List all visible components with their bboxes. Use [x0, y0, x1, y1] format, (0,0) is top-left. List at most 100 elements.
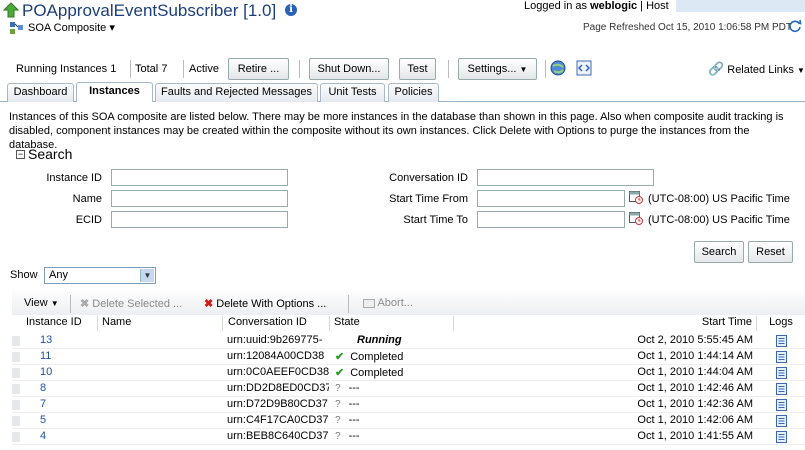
- instance-id-link[interactable]: 11: [40, 350, 51, 362]
- state-text: ---: [348, 430, 360, 442]
- tab-policies[interactable]: Policies: [388, 83, 439, 102]
- running-instances-label: Running Instances: [16, 63, 108, 75]
- refresh-icon[interactable]: [788, 19, 802, 33]
- reset-button[interactable]: Reset: [748, 241, 793, 263]
- instance-state: ? ---: [335, 430, 453, 442]
- question-icon: ?: [335, 431, 341, 442]
- log-icon[interactable]: [776, 415, 788, 430]
- log-icon[interactable]: [776, 399, 788, 414]
- retire-button[interactable]: Retire ...: [228, 58, 289, 80]
- tab-dashboard[interactable]: Dashboard: [7, 83, 74, 102]
- abort-button[interactable]: Abort...: [363, 297, 413, 309]
- log-icon[interactable]: [776, 383, 788, 398]
- separator: [545, 60, 546, 78]
- shut-down-button[interactable]: Shut Down...: [309, 58, 389, 80]
- row-selector[interactable]: [12, 432, 20, 442]
- total-label: Total: [135, 63, 159, 75]
- conversation-id: urn:BEB8C640CD37: [227, 430, 329, 442]
- col-state[interactable]: State: [330, 316, 454, 331]
- row-selector[interactable]: [12, 416, 20, 426]
- row-selector[interactable]: [12, 384, 20, 394]
- page-refreshed: Page Refreshed Oct 15, 2010 1:06:58 PM P…: [583, 22, 793, 33]
- conversation-id: urn:uuid:9b269775-: [227, 334, 323, 346]
- globe-icon[interactable]: [550, 60, 567, 77]
- tab-unit-tests[interactable]: Unit Tests: [320, 83, 385, 102]
- related-links-menu[interactable]: 🔗 Related Links ▼: [708, 61, 805, 77]
- description-text: Instances of this SOA composite are list…: [9, 111, 784, 151]
- instance-id-link[interactable]: 7: [40, 398, 46, 410]
- show-value: Any: [49, 269, 68, 281]
- question-icon: ?: [335, 399, 341, 410]
- row-selector[interactable]: [12, 352, 20, 362]
- name-input[interactable]: [111, 190, 288, 207]
- tab-instances[interactable]: Instances: [76, 82, 153, 102]
- calendar-icon[interactable]: [629, 190, 643, 204]
- table-row[interactable]: 13 urn:uuid:9b269775- Running Oct 2, 2010 5…: [12, 333, 805, 349]
- question-icon: ?: [335, 415, 341, 426]
- running-instances: Running Instances 1: [16, 63, 116, 75]
- link-icon: 🔗: [708, 61, 725, 76]
- col-instance-id[interactable]: Instance ID: [12, 316, 98, 331]
- settings-menu-button[interactable]: Settings... ▼: [458, 58, 537, 80]
- conversation-id-input[interactable]: [477, 169, 654, 186]
- separator: [299, 60, 300, 78]
- table-row[interactable]: 11 urn:12084A00CD38 ✔ Completed Oct 1, 2010 …: [12, 349, 805, 365]
- state-text: ---: [348, 398, 360, 410]
- table-row[interactable]: 7 urn:D72D9B80CD37? --- Oct 1, 2010 1:42:36…: [12, 397, 805, 413]
- show-select[interactable]: Any ▼: [44, 267, 156, 284]
- col-start-time[interactable]: Start Time: [454, 316, 757, 331]
- col-logs[interactable]: Logs: [757, 316, 805, 331]
- tab-faults[interactable]: Faults and Rejected Messages: [155, 83, 318, 102]
- collapse-search-icon[interactable]: −: [16, 150, 25, 159]
- instance-id-link[interactable]: 8: [40, 382, 46, 394]
- soa-composite-menu[interactable]: SOA Composite ▾: [28, 21, 115, 34]
- instance-id-link[interactable]: 4: [40, 430, 46, 442]
- view-menu[interactable]: View ▼: [24, 297, 59, 309]
- calendar-icon[interactable]: [629, 211, 643, 225]
- instance-id-link[interactable]: 5: [40, 414, 46, 426]
- instance-id-link[interactable]: 13: [40, 334, 52, 346]
- table-row[interactable]: 8 urn:DD2D8ED0CD37? --- Oct 1, 2010 1:42:46…: [12, 381, 805, 397]
- instance-id-input[interactable]: [111, 169, 288, 186]
- log-icon[interactable]: [776, 367, 788, 382]
- start-time: Oct 1, 2010 1:44:14 AM: [637, 350, 753, 362]
- row-selector[interactable]: [12, 400, 20, 410]
- search-button[interactable]: Search: [694, 241, 744, 263]
- delete-disabled-icon: ✖: [80, 298, 90, 310]
- table-row[interactable]: 10 urn:0C0AEEF0CD38 ✔ Completed Oct 1, 2010 …: [12, 365, 805, 381]
- delete-selected-label: Delete Selected ...: [92, 298, 183, 310]
- log-icon[interactable]: [776, 431, 788, 446]
- test-button[interactable]: Test: [399, 58, 436, 80]
- col-conversation-id[interactable]: Conversation ID: [223, 316, 330, 331]
- abort-label: Abort...: [377, 297, 413, 309]
- log-icon[interactable]: [776, 351, 788, 366]
- name-label: Name: [72, 193, 102, 205]
- state-text: Running: [357, 334, 402, 346]
- instance-id-link[interactable]: 10: [40, 366, 52, 378]
- start-time-to-input[interactable]: [477, 211, 625, 228]
- instance-state: ✔ Completed: [335, 366, 453, 379]
- total-count: 7: [161, 63, 168, 75]
- user-name[interactable]: weblogic: [590, 0, 637, 12]
- up-arrow-icon[interactable]: [3, 2, 19, 18]
- col-name[interactable]: Name: [98, 316, 223, 331]
- table-row[interactable]: 5 urn:C4F17CA0CD37? --- Oct 1, 2010 1:42:06…: [12, 413, 805, 429]
- timezone-from: (UTC-08:00) US Pacific Time: [648, 193, 790, 205]
- code-view-icon[interactable]: [576, 60, 592, 76]
- delete-selected-button[interactable]: ✖ Delete Selected ...: [80, 297, 182, 310]
- ecid-input[interactable]: [111, 211, 288, 228]
- log-icon[interactable]: [776, 335, 788, 350]
- chevron-down-icon[interactable]: ▼: [140, 269, 154, 282]
- table-row[interactable]: 4 urn:BEB8C640CD37? --- Oct 1, 2010 1:41:55…: [12, 429, 805, 445]
- page-header: POApprovalEventSubscriber [1.0] i SOA Co…: [0, 0, 805, 54]
- start-time-from-input[interactable]: [477, 190, 625, 207]
- delete-with-options-button[interactable]: ✖ Delete With Options ...: [204, 297, 326, 310]
- row-selector[interactable]: [12, 368, 20, 378]
- question-icon: ?: [335, 383, 341, 394]
- running-count: 1: [110, 63, 117, 75]
- row-selector[interactable]: [12, 336, 20, 346]
- info-icon[interactable]: i: [285, 4, 297, 16]
- chevron-down-icon: ▼: [50, 299, 59, 308]
- page-title: POApprovalEventSubscriber [1.0]: [22, 1, 277, 20]
- conversation-id: urn:D72D9B80CD37: [227, 398, 328, 410]
